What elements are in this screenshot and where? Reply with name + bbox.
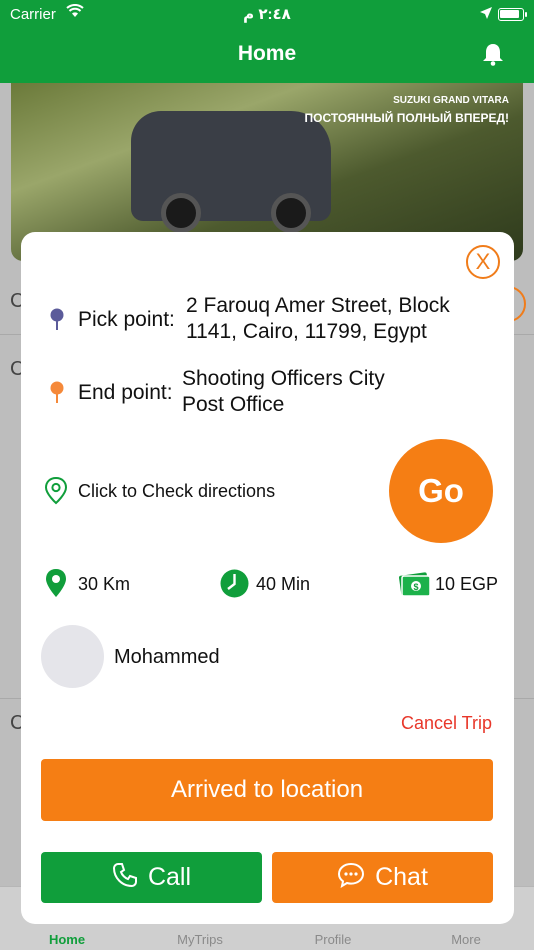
svg-text:$: $ (413, 582, 418, 592)
call-button[interactable]: Call (41, 852, 262, 903)
check-directions-label: Click to Check directions (78, 481, 276, 501)
status-bar: Carrier ٢:٤٨ م (0, 0, 534, 28)
pick-point-address: 2 Farouq Amer Street, Block 1141, Cairo,… (186, 293, 450, 345)
banner-slogan: ПОСТОЯННЫЙ ПОЛНЫЙ ВПЕРЕД! (304, 111, 510, 125)
chat-label: Chat (375, 863, 428, 891)
top-bar: Carrier ٢:٤٨ م Home (0, 0, 534, 83)
pick-pin-icon (49, 300, 65, 337)
phone-icon (112, 863, 148, 891)
call-label: Call (147, 863, 192, 891)
car-wheel (271, 193, 311, 233)
end-pin-icon (49, 373, 65, 410)
trip-details-modal: X Pick point: 2 Farouq Amer Street, Bloc… (21, 232, 514, 924)
location-arrow-icon (480, 6, 492, 23)
tab-more[interactable]: More (416, 932, 516, 947)
clock-icon (220, 569, 249, 603)
go-button[interactable]: Go (389, 439, 493, 543)
arrived-to-location-button[interactable]: Arrived to location (41, 759, 493, 821)
car-wheel (161, 193, 201, 233)
money-icon: $ (399, 570, 431, 603)
end-address-line: Post Office (182, 393, 285, 416)
pick-address-line: 1141, Cairo, 11799, Egypt (186, 320, 427, 343)
page-title: Home (237, 42, 297, 65)
end-address-line: Shooting Officers City (182, 367, 385, 390)
distance-value: 30 Km (78, 574, 131, 594)
close-button[interactable]: X (466, 245, 500, 279)
chat-button[interactable]: Chat (272, 852, 493, 903)
banner-brand: SUZUKI GRAND VITARA (393, 95, 509, 106)
bell-icon[interactable] (482, 42, 504, 71)
location-pin-icon (45, 568, 67, 603)
fare-value: 10 EGP (435, 574, 499, 594)
avatar (41, 625, 104, 688)
map-pin-outline-icon (43, 476, 69, 511)
cancel-trip-link[interactable]: Cancel Trip (401, 713, 492, 734)
pick-address-line: 2 Farouq Amer Street, Block (186, 294, 450, 317)
tab-mytrips[interactable]: MyTrips (150, 932, 250, 947)
tab-home[interactable]: Home (17, 932, 117, 947)
pick-point-label: Pick point: (78, 308, 175, 331)
duration-value: 40 Min (256, 574, 311, 594)
chat-bubble-icon (337, 863, 375, 891)
tab-profile[interactable]: Profile (283, 932, 383, 947)
battery-icon (498, 8, 527, 21)
end-point-label: End point: (78, 381, 173, 404)
driver-name: Mohammed (114, 646, 220, 668)
end-point-address: Shooting Officers City Post Office (182, 366, 385, 418)
status-time: ٢:٤٨ م (243, 6, 291, 23)
